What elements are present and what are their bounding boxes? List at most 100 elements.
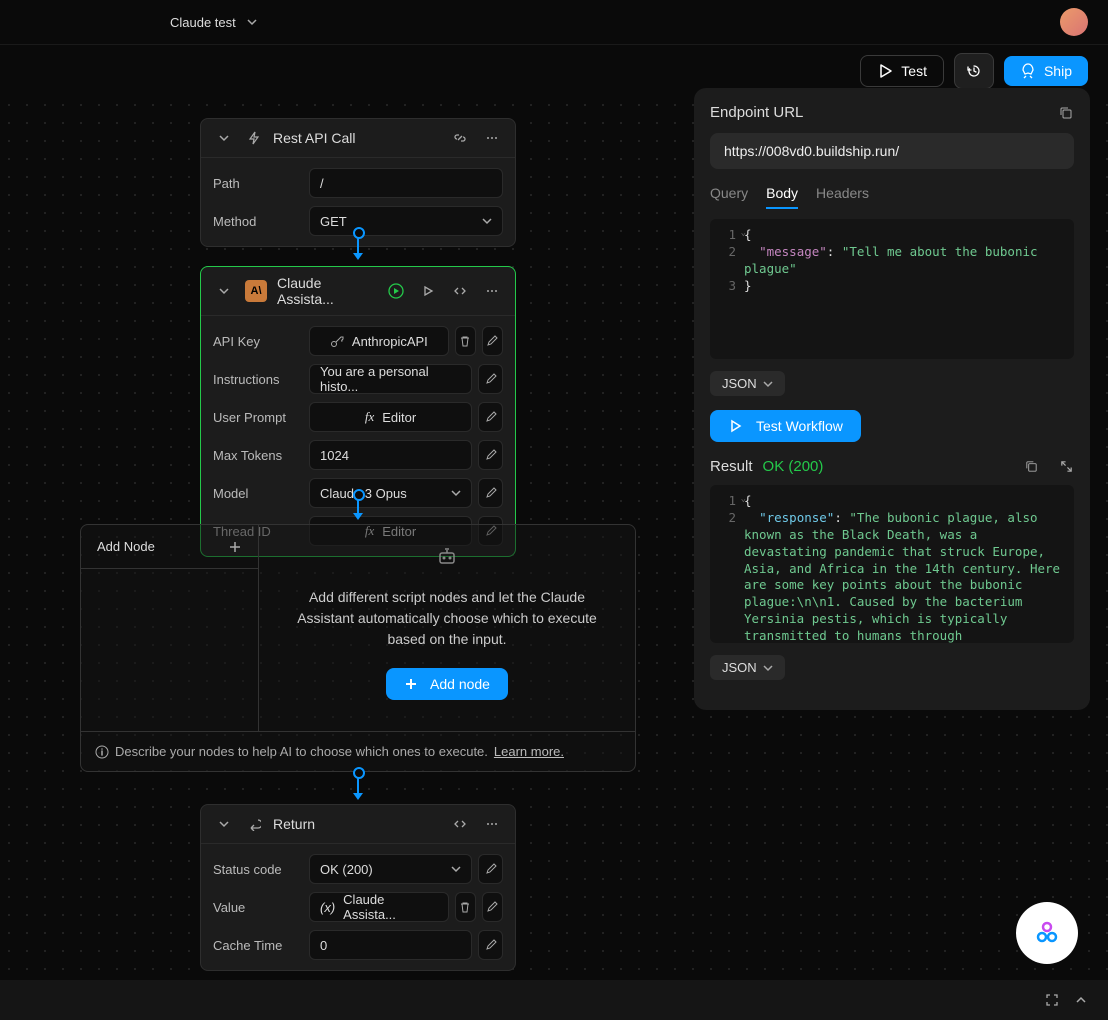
test-panel: Endpoint URL https://008vd0.buildship.ru… [694, 88, 1090, 710]
body-format-select[interactable]: JSON [710, 371, 785, 396]
code-icon[interactable] [449, 813, 471, 835]
anthropic-icon: A\ [245, 280, 267, 302]
container-footer-text: Describe your nodes to help AI to choose… [115, 744, 488, 759]
connector [357, 494, 359, 518]
path-input[interactable]: / [309, 168, 503, 198]
connector [357, 772, 359, 798]
chevron-up-icon[interactable] [1074, 993, 1088, 1007]
more-icon[interactable] [481, 280, 503, 302]
result-format-select[interactable]: JSON [710, 655, 785, 680]
history-icon [966, 63, 982, 79]
status-label: Status code [213, 862, 301, 877]
buildship-icon [1033, 919, 1061, 947]
chevron-down-icon [482, 216, 492, 226]
rocket-icon [1020, 63, 1036, 79]
container-description: Add different script nodes and let the C… [289, 587, 605, 650]
project-title-dropdown[interactable]: Claude test [20, 14, 260, 30]
test-button[interactable]: Test [860, 55, 944, 87]
method-label: Method [213, 214, 301, 229]
path-label: Path [213, 176, 301, 191]
edit-icon[interactable] [478, 854, 503, 884]
link-icon[interactable] [449, 127, 471, 149]
fx-icon: fx [365, 409, 374, 425]
help-fab[interactable] [1016, 902, 1078, 964]
code-icon[interactable] [449, 280, 471, 302]
model-label: Model [213, 486, 301, 501]
edit-icon[interactable] [478, 364, 503, 394]
edit-icon[interactable] [478, 930, 503, 960]
value-label: Value [213, 900, 301, 915]
status-select[interactable]: OK (200) [309, 854, 472, 884]
tab-body[interactable]: Body [766, 185, 798, 209]
instructions-label: Instructions [213, 372, 301, 387]
chevron-down-icon [763, 663, 773, 673]
var-icon: (x) [320, 900, 335, 915]
api-key-label: API Key [213, 334, 301, 349]
edit-icon[interactable] [478, 478, 503, 508]
api-key-field[interactable]: AnthropicAPI [309, 326, 449, 356]
max-tokens-label: Max Tokens [213, 448, 301, 463]
edit-icon[interactable] [482, 892, 503, 922]
node-return[interactable]: Return Status code OK (200) Value (x)Cla… [200, 804, 516, 971]
run-filled-icon[interactable] [385, 280, 407, 302]
info-icon [95, 745, 109, 759]
add-node-header[interactable]: Add Node [81, 525, 258, 569]
lightning-icon [245, 129, 263, 147]
more-icon[interactable] [481, 127, 503, 149]
expand-icon[interactable] [1059, 459, 1074, 474]
plus-icon [228, 540, 242, 554]
method-select[interactable]: GET [309, 206, 503, 236]
ship-button[interactable]: Ship [1004, 56, 1088, 86]
test-workflow-button[interactable]: Test Workflow [710, 410, 861, 442]
collapse-icon[interactable] [213, 280, 235, 302]
learn-more-link[interactable]: Learn more. [494, 744, 564, 759]
node-container[interactable]: Add Node Add different script nodes and … [80, 524, 636, 772]
cache-input[interactable]: 0 [309, 930, 472, 960]
project-title: Claude test [170, 15, 236, 30]
play-icon [877, 63, 893, 79]
chevron-down-icon [763, 379, 773, 389]
plus-icon [404, 677, 418, 691]
tab-query[interactable]: Query [710, 185, 748, 209]
key-icon [330, 334, 344, 348]
result-status: OK (200) [763, 458, 824, 475]
tab-headers[interactable]: Headers [816, 185, 869, 209]
add-node-button[interactable]: Add node [386, 668, 508, 700]
chevron-down-icon [451, 864, 461, 874]
node-title: Claude Assista... [277, 275, 375, 307]
copy-icon[interactable] [1024, 459, 1039, 474]
play-icon [728, 419, 742, 433]
cache-label: Cache Time [213, 938, 301, 953]
collapse-icon[interactable] [213, 127, 235, 149]
max-tokens-input[interactable]: 1024 [309, 440, 472, 470]
node-title: Rest API Call [273, 130, 439, 146]
copy-icon[interactable] [1058, 105, 1074, 121]
value-field[interactable]: (x)Claude Assista... [309, 892, 449, 922]
model-select[interactable]: Claude 3 Opus [309, 478, 472, 508]
robot-icon [435, 545, 459, 569]
instructions-input[interactable]: You are a personal histo... [309, 364, 472, 394]
delete-icon[interactable] [455, 892, 476, 922]
edit-icon[interactable] [482, 326, 503, 356]
result-label: Result [710, 458, 753, 475]
fullscreen-icon[interactable] [1044, 992, 1060, 1008]
user-prompt-label: User Prompt [213, 410, 301, 425]
edit-icon[interactable] [478, 402, 503, 432]
connector [357, 232, 359, 258]
return-icon [245, 815, 263, 833]
node-title: Return [273, 816, 439, 832]
endpoint-url-value[interactable]: https://008vd0.buildship.run/ [710, 133, 1074, 169]
chevron-down-icon [451, 488, 461, 498]
request-body-editor[interactable]: 1⌄{ 2 "message": "Tell me about the bubo… [710, 219, 1074, 359]
endpoint-url-label: Endpoint URL [710, 104, 803, 121]
avatar[interactable] [1060, 8, 1088, 36]
edit-icon[interactable] [478, 440, 503, 470]
result-viewer[interactable]: 1⌄{ 2 "response": "The bubonic plague, a… [710, 485, 1074, 643]
user-prompt-field[interactable]: fxEditor [309, 402, 472, 432]
more-icon[interactable] [481, 813, 503, 835]
delete-icon[interactable] [455, 326, 476, 356]
chevron-down-icon [244, 14, 260, 30]
collapse-icon[interactable] [213, 813, 235, 835]
play-icon[interactable] [417, 280, 439, 302]
history-button[interactable] [954, 53, 994, 89]
